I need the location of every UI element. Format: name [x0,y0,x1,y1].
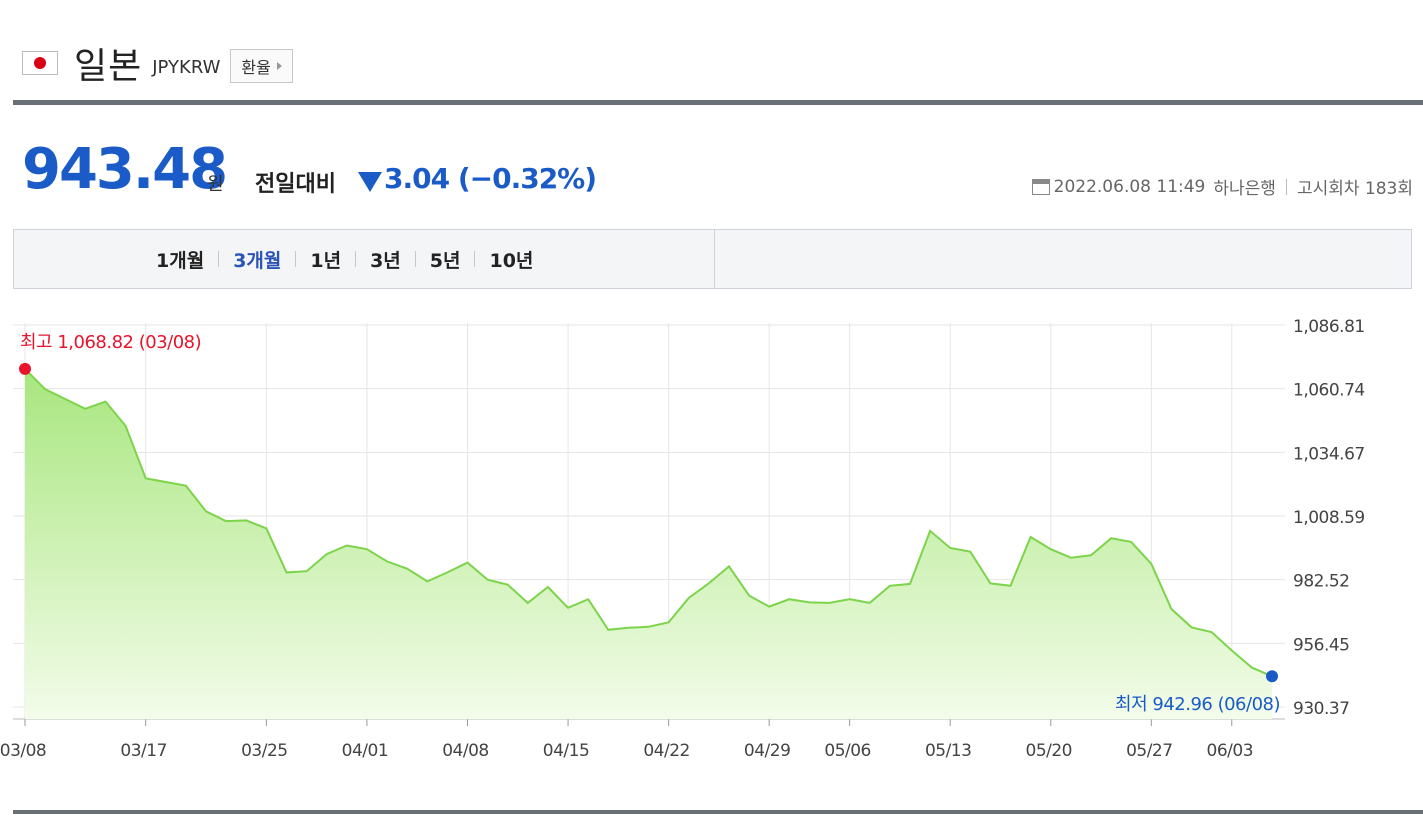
low-label: 최저 942.96 (06/08) [1115,694,1280,715]
change-percent: (−0.32%) [457,162,597,195]
chevron-right-icon [276,62,282,70]
x-tick-label: 03/17 [120,741,167,761]
price-change: 3.04 (−0.32%) [384,162,597,195]
meta-separator [1285,178,1287,195]
tab-separator [355,251,357,267]
x-tick-label: 05/13 [925,741,972,761]
down-triangle-icon [358,172,382,192]
japan-flag-icon [22,51,58,75]
tab-3-years[interactable]: 3년 [368,246,403,273]
period-tab-bar: 1개월 3개월 1년 3년 5년 10년 [13,229,1412,289]
x-tick-label: 04/15 [543,741,590,761]
x-tick-label: 04/29 [744,741,791,761]
quote-notice: 고시회차 183회 [1296,179,1413,199]
country-name: 일본 [74,46,143,87]
tab-separator [295,251,297,267]
tab-10-years[interactable]: 10년 [487,246,535,273]
y-tick-label: 930.37 [1293,699,1349,719]
exchange-rate-chart: 1,086.81 1,060.74 1,034.67 1,008.59 982.52 95… [0,317,1365,761]
y-tick-label: 1,086.81 [1293,317,1365,337]
tab-1-year[interactable]: 1년 [308,246,343,273]
x-tick-label: 05/27 [1126,741,1173,761]
high-point-marker [19,362,31,375]
period-tabs: 1개월 3개월 1년 3년 5년 10년 [154,230,535,288]
footer-divider [13,810,1423,814]
tab-bar-divider [714,230,715,288]
price-unit: 원 [207,174,224,195]
quote-datetime: 2022.06.08 11:49 [1053,176,1206,197]
calendar-icon [1031,178,1050,195]
x-tick-label: 05/06 [824,741,871,761]
header-divider [13,100,1423,105]
quote-bank: 하나은행 [1213,179,1276,199]
chart-area-fill [25,368,1272,719]
tab-1-month[interactable]: 1개월 [154,246,206,273]
x-tick-label: 06/03 [1207,741,1254,761]
quote-meta: 2022.06.08 11:49 하나은행 고시회차 183회 [1031,174,1413,199]
compare-label: 전일대비 [255,172,336,197]
currency-code: JPYKRW [152,56,221,78]
currency-header: 일본 JPYKRW 환율 [22,38,293,88]
tab-separator [414,251,416,267]
x-tick-label: 03/08 [0,741,46,761]
y-tick-label: 982.52 [1293,572,1349,592]
y-tick-label: 1,060.74 [1293,381,1365,401]
low-point-marker [1266,670,1278,683]
tab-5-years[interactable]: 5년 [428,246,463,273]
change-amount: 3.04 [384,162,450,195]
x-tick-label: 05/20 [1026,741,1073,761]
current-price: 943.48 [22,137,228,202]
x-tick-label: 04/01 [342,741,389,761]
exchange-rate-button[interactable]: 환율 [230,49,293,83]
y-tick-label: 956.45 [1293,635,1349,655]
tab-separator [218,251,220,267]
tab-3-months[interactable]: 3개월 [231,246,283,273]
x-tick-label: 04/08 [442,741,489,761]
x-tick-label: 04/22 [643,741,690,761]
y-tick-label: 1,034.67 [1293,444,1365,464]
x-tick-label: 03/25 [241,741,288,761]
exchange-rate-button-label: 환율 [241,58,271,77]
y-tick-label: 1,008.59 [1293,508,1365,528]
high-label: 최고 1,068.82 (03/08) [20,332,201,353]
tab-separator [474,251,476,267]
